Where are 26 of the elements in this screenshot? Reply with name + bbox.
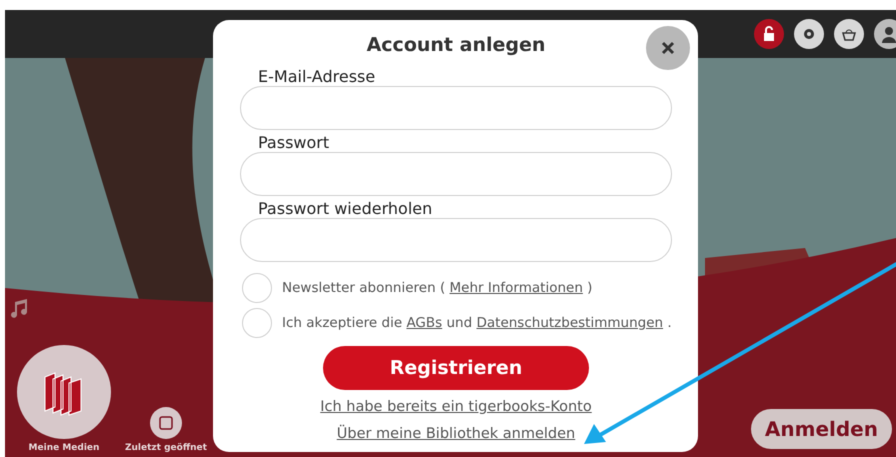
link[interactable]: Ich habe bereits ein tigerbooks-Konto — [320, 399, 592, 415]
input-field[interactable] — [240, 86, 672, 130]
dialog-title: Account anlegen — [366, 34, 546, 56]
field-label: E-Mail-Adresse — [258, 67, 376, 86]
close-button[interactable] — [646, 26, 690, 70]
link[interactable]: Datenschutzbestimmungen — [476, 315, 664, 331]
register-button[interactable]: Registrieren — [323, 346, 589, 390]
field-label: Passwort wiederholen — [258, 199, 432, 218]
checkbox[interactable] — [242, 273, 272, 303]
padlock-icon[interactable] — [754, 19, 784, 49]
checkbox[interactable] — [242, 308, 272, 338]
avatar-icon[interactable] — [874, 19, 896, 49]
nav-label: Meine Medien — [28, 443, 100, 453]
login-button[interactable]: Anmelden — [750, 409, 892, 449]
checkbox-label: Newsletter abonnieren ( Mehr Informationen ) — [282, 280, 592, 296]
checkbox-label: Ich akzeptiere die AGBs und Datenschutzbestimmungen . — [282, 315, 672, 331]
input-field[interactable] — [240, 152, 672, 196]
link[interactable]: Mehr Informationen — [450, 280, 583, 296]
basket-icon[interactable] — [834, 19, 864, 49]
link[interactable]: Über meine Bibliothek anmelden — [336, 426, 576, 442]
close-icon — [661, 41, 675, 55]
field-label: Passwort — [258, 133, 330, 152]
input-field[interactable] — [240, 218, 672, 262]
music-note-icon — [9, 298, 29, 320]
link[interactable]: AGBs — [406, 315, 442, 331]
nav-label: Zuletzt geöffnet — [125, 443, 207, 453]
